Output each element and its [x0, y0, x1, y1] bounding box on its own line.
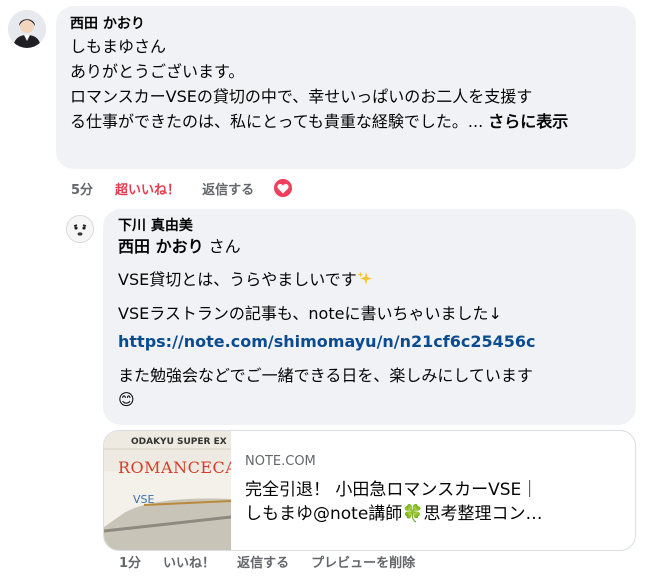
- comment-line: る仕事ができたのは、私にとっても貴重な経験でした。... さらに表示: [70, 109, 624, 134]
- thumb-text-top: ODAKYU SUPER EX: [131, 437, 227, 447]
- face-illustration-icon: [67, 216, 93, 242]
- heart-icon: [277, 183, 289, 193]
- reply-link-paragraph: https://note.com/shimomayu/n/n21cf6c2545…: [118, 330, 624, 354]
- comment-line-text: る仕事ができたのは、私にとっても貴重な経験でした。...: [70, 112, 484, 131]
- smile-emoji-icon: 😊: [118, 390, 135, 409]
- reply-bubble: 下川 真由美 西田 かおり さん VSE貸切とは、うらやましいです VSEラスト…: [103, 209, 636, 425]
- reply-author[interactable]: 下川 真由美: [118, 217, 624, 236]
- comment-line: しもまゆさん: [70, 37, 167, 56]
- profile-photo-icon: [8, 10, 46, 48]
- note-article-link[interactable]: https://note.com/shimomayu/n/n21cf6c2545…: [118, 332, 536, 351]
- reply-text: また勉強会などでご一緒できる日を、楽しみにしています: [118, 366, 533, 385]
- train-photo-icon: ODAKYU SUPER EX ROMANCECA VSE: [104, 431, 237, 550]
- remove-preview-button[interactable]: プレビューを削除: [311, 552, 415, 571]
- title-line: しもまゆ@note講師🍀思考整理コン…: [245, 504, 543, 524]
- reply-paragraph: VSEラストランの記事も、noteに書いちゃいました↓: [118, 304, 502, 323]
- title-line: 完全引退！ 小田急ロマンスカーVSE｜: [245, 480, 539, 500]
- reply-button[interactable]: 返信する: [237, 552, 289, 571]
- link-preview-title[interactable]: 完全引退！ 小田急ロマンスカーVSE｜ しもまゆ@note講師🍀思考整理コン…: [245, 478, 625, 526]
- reply-paragraph: また勉強会などでご一緒できる日を、楽しみにしています 😊: [118, 364, 624, 412]
- reply-text: VSE貸切とは、うらやましいです: [118, 270, 357, 289]
- link-preview-text: NOTE.COM 完全引退！ 小田急ロマンスカーVSE｜ しもまゆ@note講師…: [245, 453, 625, 526]
- comment-author[interactable]: 西田 かおり: [70, 15, 624, 34]
- heart-reaction-icon[interactable]: [272, 177, 295, 199]
- link-preview-domain: NOTE.COM: [245, 454, 316, 469]
- comment-timestamp[interactable]: 5分: [71, 179, 93, 198]
- mention-suffix: さん: [203, 237, 241, 256]
- comment-line: ロマンスカーVSEの貸切の中で、幸せいっぱいのお二人を支援す: [70, 87, 533, 106]
- comment-line: ありがとうございます。: [70, 62, 245, 81]
- thumb-brand: ROMANCECA: [118, 458, 231, 477]
- avatar[interactable]: [8, 10, 46, 48]
- sparkles-icon: [357, 271, 372, 285]
- link-preview-card[interactable]: ODAKYU SUPER EX ROMANCECA VSE NOTE.COM 完…: [103, 430, 636, 551]
- mention-link[interactable]: 西田 かおり: [118, 237, 204, 256]
- reply-actions: 1分 いいね！ 返信する プレビューを削除: [119, 552, 437, 571]
- comment-text: しもまゆさん ありがとうございます。 ロマンスカーVSEの貸切の中で、幸せいっぱ…: [70, 34, 624, 134]
- reply-timestamp[interactable]: 1分: [119, 552, 141, 571]
- reply-button[interactable]: 返信する: [202, 179, 254, 198]
- like-button[interactable]: いいね！: [163, 552, 215, 571]
- reply-paragraph: VSE貸切とは、うらやましいです: [118, 268, 624, 292]
- comment-actions: 5分 超いいね！ 返信する: [71, 177, 295, 199]
- link-preview-thumbnail: ODAKYU SUPER EX ROMANCECA VSE: [104, 431, 237, 550]
- see-more-link[interactable]: さらに表示: [488, 112, 568, 131]
- comment-bubble: 西田 かおり しもまゆさん ありがとうございます。 ロマンスカーVSEの貸切の中…: [56, 6, 636, 169]
- super-like-button[interactable]: 超いいね！: [115, 179, 180, 198]
- reply-avatar[interactable]: [66, 215, 94, 243]
- mention-line: 西田 かおり さん: [118, 236, 624, 258]
